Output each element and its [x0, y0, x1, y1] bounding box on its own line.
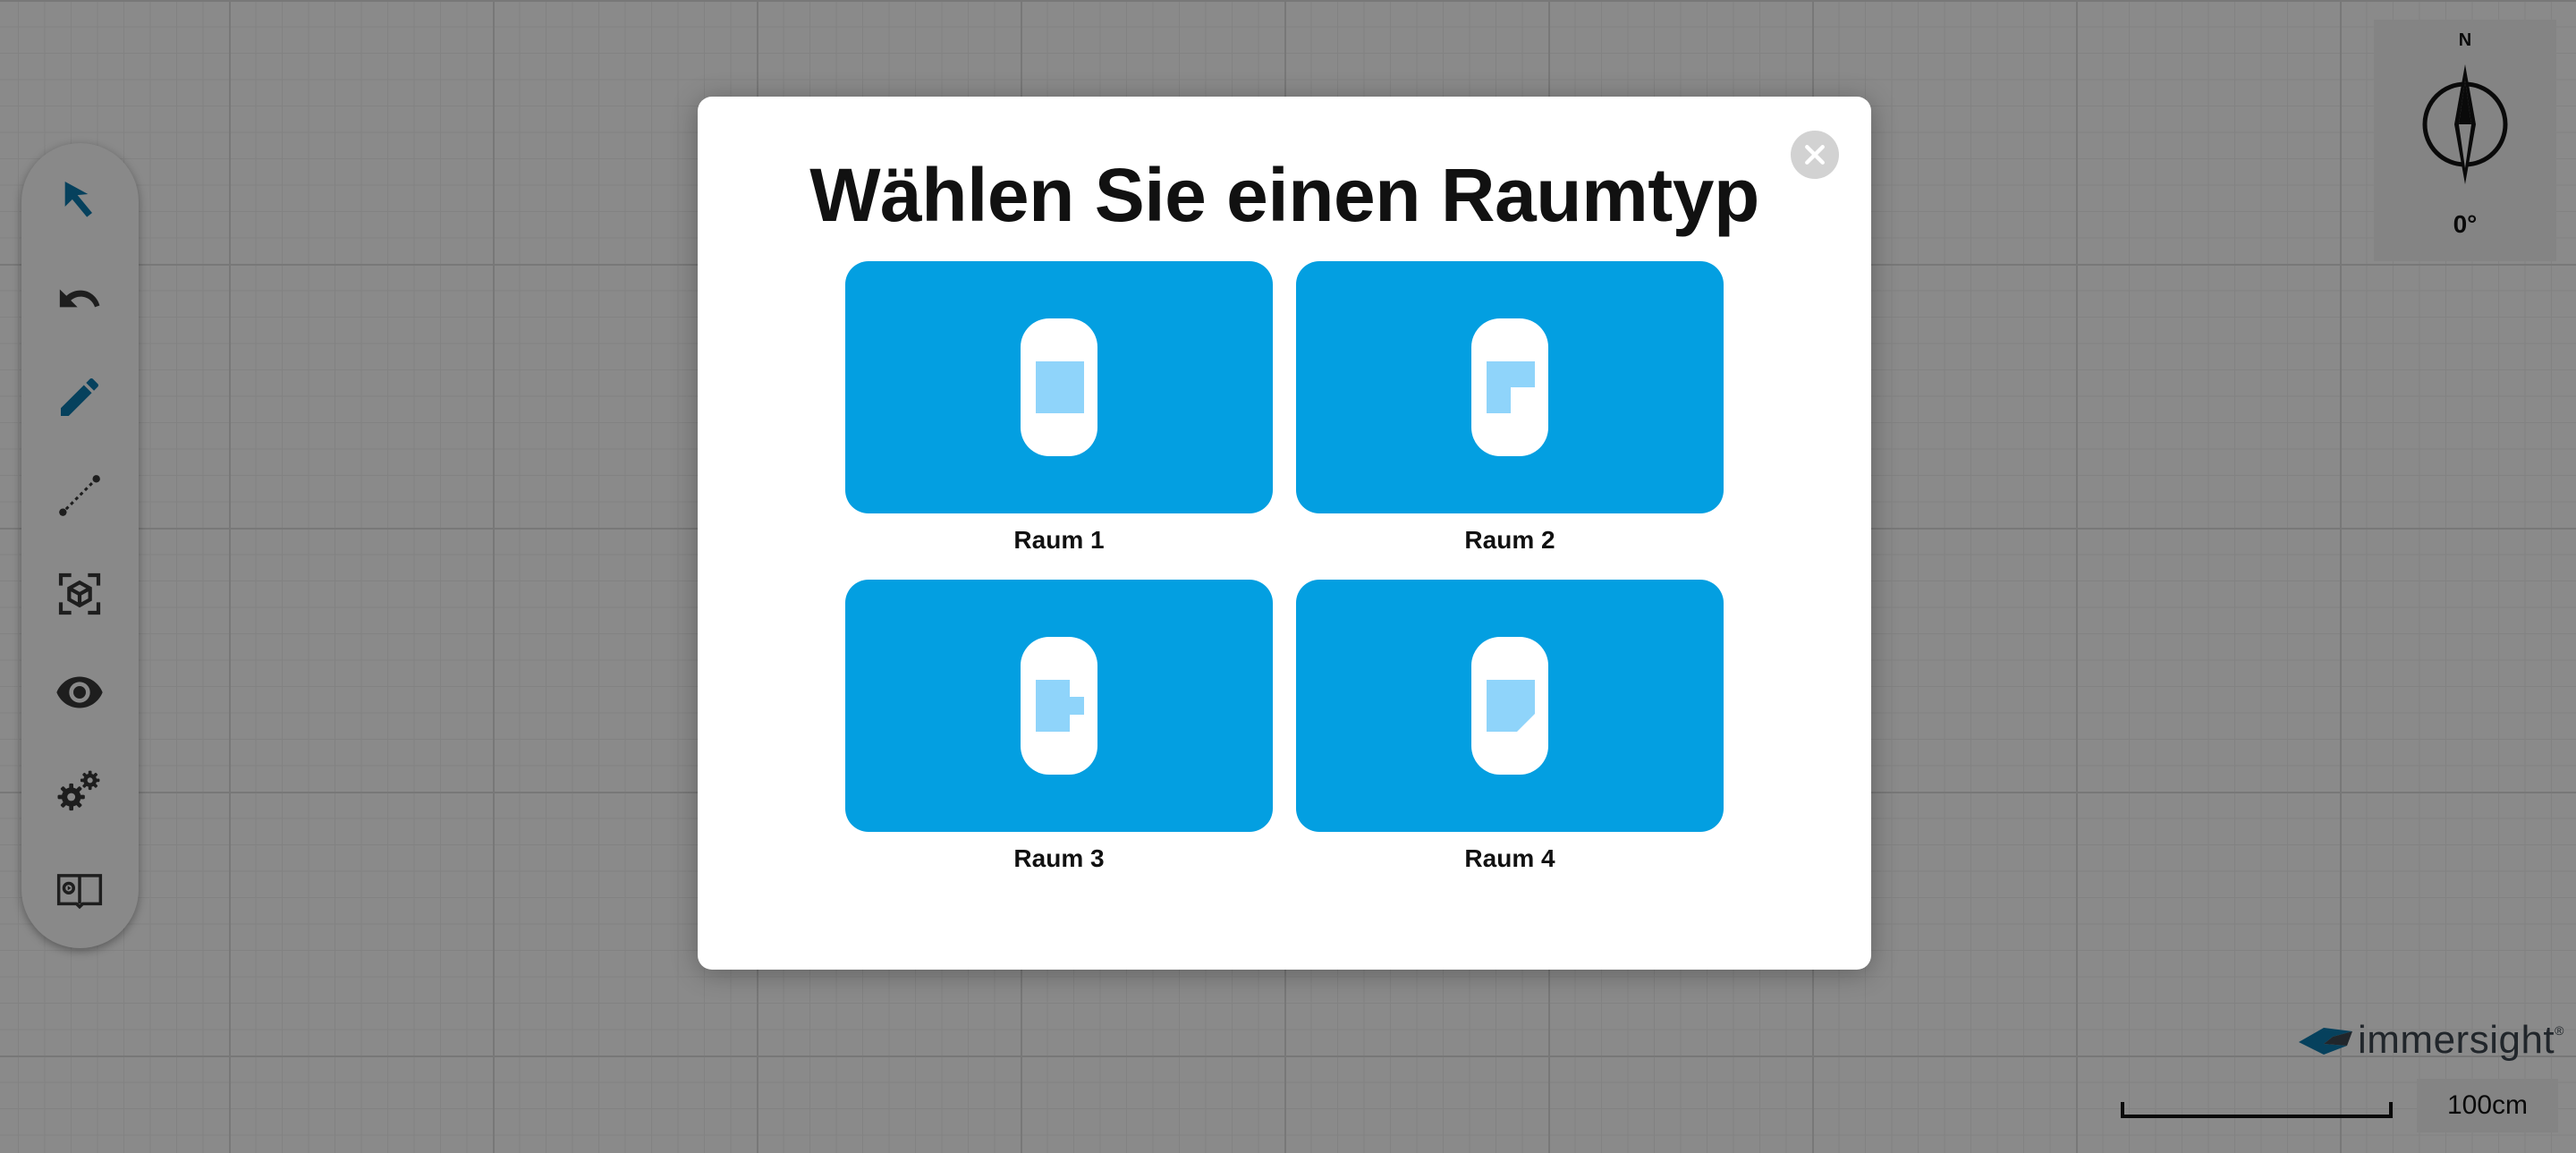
room-label: Raum 1 [1013, 526, 1105, 554]
room-card[interactable] [1296, 261, 1724, 513]
room-l-shape-icon [1487, 361, 1535, 413]
room-option-1[interactable]: Raum 1 [845, 261, 1273, 555]
room-label: Raum 3 [1013, 844, 1105, 872]
room-label: Raum 2 [1464, 526, 1555, 554]
room-cut-corner-shape-icon [1487, 680, 1535, 732]
room-option-2[interactable]: Raum 2 [1296, 261, 1724, 555]
room-card[interactable] [845, 261, 1273, 513]
room-type-dialog: Wählen Sie einen Raumtyp Raum 1 Raum 2 R… [698, 97, 1871, 970]
room-card[interactable] [1296, 580, 1724, 832]
room-square-shape-icon [1036, 361, 1084, 413]
room-label: Raum 4 [1464, 844, 1555, 872]
room-option-4[interactable]: Raum 4 [1296, 580, 1724, 873]
room-preview [1471, 637, 1548, 775]
dialog-title: Wählen Sie einen Raumtyp [809, 153, 1759, 237]
room-t-shape-icon [1036, 680, 1084, 732]
room-card[interactable] [845, 580, 1273, 832]
room-preview [1021, 637, 1097, 775]
room-preview [1021, 318, 1097, 456]
room-option-3[interactable]: Raum 3 [845, 580, 1273, 873]
room-preview [1471, 318, 1548, 456]
